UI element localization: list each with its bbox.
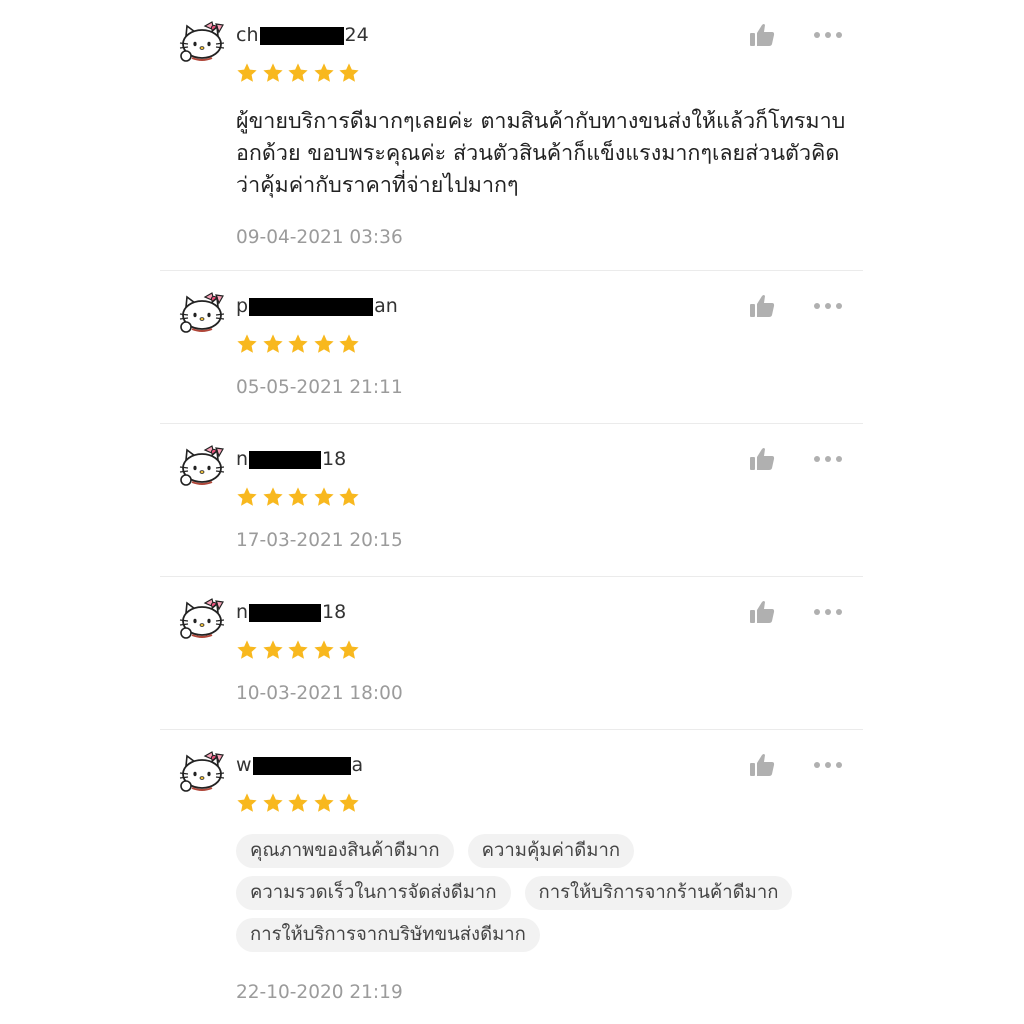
redacted-block (249, 450, 322, 469)
redacted-block (252, 756, 351, 775)
star-rating (236, 792, 364, 814)
star-icon (287, 486, 309, 508)
review-date: 22-10-2020 21:19 (236, 982, 403, 1003)
review-date: 09-04-2021 03:36 (236, 227, 403, 248)
star-rating (236, 62, 364, 84)
thumbs-up-icon[interactable] (749, 599, 775, 625)
star-icon (287, 639, 309, 661)
star-icon (236, 486, 258, 508)
star-icon (287, 792, 309, 814)
star-icon (236, 792, 258, 814)
username[interactable]: n 18 (236, 448, 346, 470)
review-tag: ความคุ้มค่าดีมาก (467, 834, 635, 868)
username[interactable]: ch 24 (236, 24, 369, 46)
hello-kitty-avatar-icon[interactable] (178, 750, 224, 794)
review-item: wa คุณภาพของสินค้าดีมาก ความคุ้มค่าดีมาก… (160, 730, 863, 1024)
star-icon (236, 639, 258, 661)
star-icon (313, 333, 335, 355)
review-item: p an 05-05-2021 21:11 (160, 271, 863, 424)
star-icon (338, 639, 360, 661)
hello-kitty-avatar-icon[interactable] (178, 20, 224, 64)
review-item: ch 24 ผู้ขายบริการดีมากๆเลยค่ะ ตามสินค้าก… (160, 0, 863, 271)
star-icon (262, 639, 284, 661)
hello-kitty-avatar-icon[interactable] (178, 291, 224, 335)
star-icon (313, 62, 335, 84)
star-icon (236, 333, 258, 355)
review-tag: การให้บริการจากบริษัทขนส่งดีมาก (236, 918, 540, 952)
more-dots-icon[interactable] (813, 302, 843, 310)
thumbs-up-icon[interactable] (749, 752, 775, 778)
star-icon (338, 486, 360, 508)
review-actions (749, 293, 843, 319)
star-rating (236, 639, 364, 661)
star-icon (287, 62, 309, 84)
more-dots-icon[interactable] (813, 608, 843, 616)
username[interactable]: p an (236, 295, 398, 317)
redacted-block (259, 26, 344, 45)
star-icon (338, 792, 360, 814)
redacted-block (249, 603, 322, 622)
more-dots-icon[interactable] (813, 761, 843, 769)
review-actions (749, 446, 843, 472)
star-icon (313, 639, 335, 661)
review-actions (749, 22, 843, 48)
thumbs-up-icon[interactable] (749, 22, 775, 48)
star-icon (262, 333, 284, 355)
review-tag: ความรวดเร็วในการจัดส่งดีมาก (236, 876, 511, 910)
star-icon (338, 333, 360, 355)
review-date: 10-03-2021 18:00 (236, 683, 403, 704)
hello-kitty-avatar-icon[interactable] (178, 444, 224, 488)
thumbs-up-icon[interactable] (749, 446, 775, 472)
review-item: n 18 17-03-2021 20:15 (160, 424, 863, 577)
redacted-block (249, 297, 374, 316)
star-icon (338, 62, 360, 84)
star-rating (236, 486, 364, 508)
review-date: 05-05-2021 21:11 (236, 377, 403, 398)
more-dots-icon[interactable] (813, 31, 843, 39)
star-icon (262, 486, 284, 508)
username[interactable]: wa (236, 754, 363, 776)
star-icon (313, 792, 335, 814)
review-tags: คุณภาพของสินค้าดีมาก ความคุ้มค่าดีมาก คว… (236, 834, 856, 960)
review-list: ch 24 ผู้ขายบริการดีมากๆเลยค่ะ ตามสินค้าก… (160, 0, 863, 1024)
star-icon (262, 792, 284, 814)
star-icon (313, 486, 335, 508)
review-tag: การให้บริการจากร้านค้าดีมาก (524, 876, 793, 910)
username[interactable]: n 18 (236, 601, 346, 623)
star-rating (236, 333, 364, 355)
review-actions (749, 752, 843, 778)
review-item: n 18 10-03-2021 18:00 (160, 577, 863, 730)
more-dots-icon[interactable] (813, 455, 843, 463)
star-icon (287, 333, 309, 355)
review-tag: คุณภาพของสินค้าดีมาก (236, 834, 454, 868)
hello-kitty-avatar-icon[interactable] (178, 597, 224, 641)
star-icon (236, 62, 258, 84)
review-comment: ผู้ขายบริการดีมากๆเลยค่ะ ตามสินค้ากับทาง… (236, 109, 846, 198)
review-actions (749, 599, 843, 625)
review-date: 17-03-2021 20:15 (236, 530, 403, 551)
star-icon (262, 62, 284, 84)
thumbs-up-icon[interactable] (749, 293, 775, 319)
